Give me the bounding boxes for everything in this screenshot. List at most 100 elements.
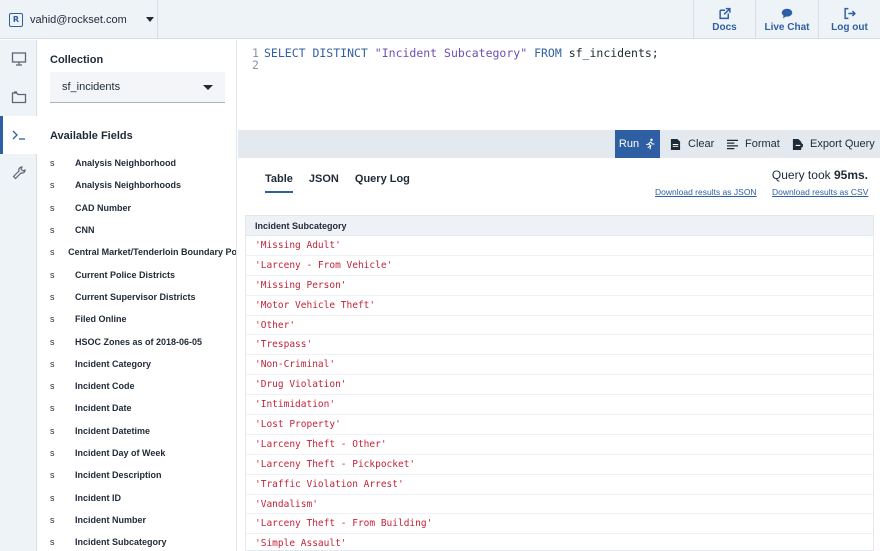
field-name: Current Supervisor Districts (75, 291, 196, 302)
live-chat-button[interactable]: Live Chat (755, 0, 818, 39)
top-bar: R vahid@rockset.com Docs Live Chat Log o… (0, 0, 880, 39)
query-time: Query took 95ms. (772, 168, 868, 182)
field-type: s (50, 314, 55, 325)
field-name: Incident Category (75, 358, 152, 369)
field-item[interactable]: s CNN (38, 219, 236, 241)
field-type: s (50, 403, 55, 414)
tab-table[interactable]: Table (265, 173, 293, 193)
rail-item-monitor[interactable] (0, 40, 37, 78)
tab-query-log[interactable]: Query Log (355, 173, 410, 193)
field-item[interactable]: s Current Supervisor Districts (38, 286, 236, 308)
table-row[interactable]: 'Trespass' (246, 335, 873, 356)
field-item[interactable]: s Incident ID (38, 486, 236, 508)
field-item[interactable]: s Analysis Neighborhoods (38, 174, 236, 196)
left-rail (0, 40, 37, 551)
field-type: s (50, 470, 55, 481)
docs-button[interactable]: Docs (693, 0, 755, 39)
collection-selected-value: sf_incidents (62, 81, 121, 93)
live-chat-label: Live Chat (764, 21, 810, 33)
available-fields-title: Available Fields (50, 130, 133, 142)
sql-field-string: "Incident Subcategory" (374, 46, 528, 60)
field-name: Incident Subcategory (75, 537, 167, 548)
field-type: s (50, 514, 55, 525)
table-row[interactable]: 'Drug Violation' (246, 375, 873, 396)
account-menu[interactable]: R vahid@rockset.com (0, 0, 158, 39)
format-button[interactable]: Format (727, 130, 780, 158)
field-name: Incident Date (75, 403, 132, 414)
table-row[interactable]: 'Simple Assault' (246, 534, 873, 550)
folder-icon (11, 91, 26, 104)
field-name: Incident Day of Week (75, 448, 166, 458)
chat-icon (781, 8, 793, 18)
table-row[interactable]: 'Other' (246, 316, 873, 336)
table-row[interactable]: 'Larceny - From Vehicle' (246, 256, 873, 276)
table-row[interactable]: 'Traffic Violation Arrest' (246, 475, 873, 495)
field-name: Current Police Districts (75, 269, 176, 280)
field-item[interactable]: s HSOC Zones as of 2018-06-05 (38, 330, 236, 352)
table-row[interactable]: 'Vandalism' (246, 495, 873, 515)
field-type: s (50, 492, 55, 503)
chevron-down-icon (146, 17, 154, 22)
field-name: CAD Number (75, 202, 132, 213)
download-csv-link[interactable]: Download results as CSV (772, 187, 868, 197)
table-row[interactable]: 'Intimidation' (246, 395, 873, 416)
chevron-down-icon (203, 85, 213, 90)
query-toolbar: Run Clear Format Export Query (238, 130, 880, 158)
monitor-icon (11, 52, 26, 66)
table-row[interactable]: 'Missing Adult' (246, 236, 873, 256)
sql-editor[interactable]: 1 SELECT DISTINCT "Incident Subcategory"… (238, 40, 880, 130)
field-item[interactable]: s Analysis Neighborhood (38, 152, 236, 174)
field-item[interactable]: s CAD Number (38, 197, 236, 219)
console-icon (12, 130, 25, 140)
field-item[interactable]: s Incident Subcategory (38, 531, 236, 551)
tab-json[interactable]: JSON (309, 173, 339, 193)
field-type: s (50, 425, 55, 436)
download-json-link[interactable]: Download results as JSON (655, 187, 757, 197)
sql-keyword-from: FROM (534, 46, 562, 60)
table-row[interactable]: 'Larceny Theft - Pickpocket' (246, 455, 873, 475)
collection-panel: Collection sf_incidents Available Fields… (38, 40, 237, 551)
external-link-icon (718, 7, 731, 19)
table-row[interactable]: 'Missing Person' (246, 276, 873, 296)
field-name: HSOC Zones as of 2018-06-05 (75, 336, 203, 347)
export-query-button[interactable]: Export Query (792, 130, 875, 158)
table-row[interactable]: 'Motor Vehicle Theft' (246, 296, 873, 316)
field-item[interactable]: s Incident Category (38, 353, 236, 375)
field-item[interactable]: s Incident Number (38, 509, 236, 531)
field-type: s (50, 158, 55, 169)
run-label: Run (618, 138, 640, 150)
wrench-icon (12, 166, 26, 180)
logout-icon (843, 7, 856, 19)
rail-item-query-editor[interactable] (0, 116, 37, 154)
rail-item-settings[interactable] (0, 154, 37, 192)
run-button[interactable]: Run (615, 130, 660, 158)
field-item[interactable]: s Central Market/Tenderloin Boundary Po (38, 241, 236, 263)
field-name: Filed Online (75, 314, 127, 325)
field-item[interactable]: s Incident Code (38, 375, 236, 397)
field-type: s (50, 336, 55, 347)
field-name: Incident Code (75, 381, 135, 392)
field-item[interactable]: s Current Police Districts (38, 263, 236, 285)
clear-button[interactable]: Clear (670, 130, 714, 158)
code-line-2: 2 (252, 58, 264, 72)
field-type: s (50, 448, 55, 458)
field-item[interactable]: s Incident Date (38, 397, 236, 419)
table-row[interactable]: 'Non-Criminal' (246, 355, 873, 376)
field-item[interactable]: s Filed Online (38, 308, 236, 330)
field-item[interactable]: s Incident Description (38, 464, 236, 486)
field-name: CNN (75, 225, 95, 236)
table-row[interactable]: 'Lost Property' (246, 415, 873, 435)
logout-button[interactable]: Log out (818, 0, 880, 39)
field-type: s (50, 225, 55, 236)
collection-select[interactable]: sf_incidents (50, 72, 225, 103)
field-item[interactable]: s Incident Datetime (38, 420, 236, 442)
table-row[interactable]: 'Larceny Theft - Other' (246, 435, 873, 455)
running-person-icon (646, 138, 655, 150)
field-name: Analysis Neighborhood (75, 158, 177, 169)
account-email: vahid@rockset.com (30, 13, 127, 26)
field-type: s (50, 180, 55, 191)
field-item[interactable]: s Incident Day of Week (38, 442, 236, 464)
rail-item-collections[interactable] (0, 78, 37, 116)
export-query-label: Export Query (810, 138, 875, 150)
table-row[interactable]: 'Larceny Theft - From Building' (246, 514, 873, 535)
